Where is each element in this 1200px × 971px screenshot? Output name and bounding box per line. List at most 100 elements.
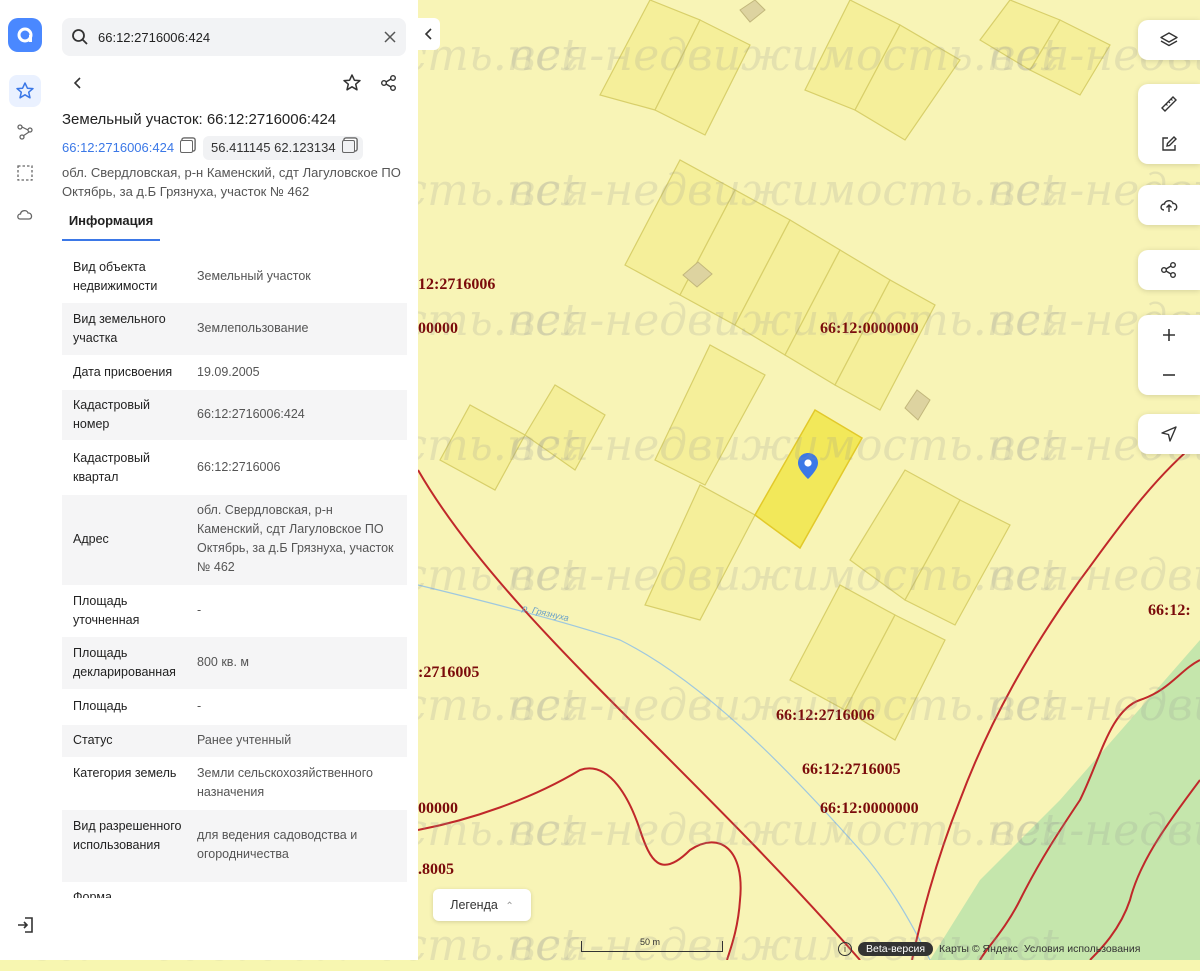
row-value: - (197, 603, 202, 617)
table-row: Вид земельного участка Землепользование (62, 303, 407, 355)
beta-badge: Beta-версия (858, 942, 934, 956)
table-row: Вид объекта недвижимости Земельный участо… (62, 256, 407, 296)
coordinates-chip[interactable]: 56.411145 62.123134 (203, 136, 363, 160)
layers-control (1138, 20, 1200, 60)
row-value: - (197, 699, 202, 713)
table-row: Кадастровый номер 66:12:2716006:424 (62, 390, 407, 440)
chevron-left-icon (73, 77, 81, 89)
ruler-icon (1161, 96, 1177, 112)
route-icon[interactable] (9, 116, 41, 148)
row-key: Вид разрешенного использования (73, 819, 182, 852)
ruler-button[interactable] (1138, 84, 1200, 124)
left-rail (0, 0, 51, 960)
row-key: Площадь уточненная (73, 594, 140, 627)
row-value: Земли сельскохозяйственного назначения (197, 766, 373, 799)
table-row: Кадастровый квартал 66:12:2716006 (62, 443, 407, 493)
row-value: Ранее учтенный (197, 733, 292, 747)
row-key: Кадастровый квартал (73, 451, 150, 484)
tools-control (1138, 84, 1200, 164)
map-label-quarter: 00000 (418, 320, 458, 337)
navigation-arrow-icon (1161, 426, 1177, 442)
close-icon[interactable] (382, 29, 398, 45)
minus-icon (1163, 374, 1175, 376)
cadastral-number-link[interactable]: 66:12:2716006:424 (62, 140, 194, 155)
row-value: для ведения садоводства и огородничества (197, 828, 358, 861)
row-key: Статус (73, 733, 113, 747)
upload-control (1138, 185, 1200, 225)
app-logo-icon[interactable] (8, 18, 42, 52)
page-title: Земельный участок: 66:12:2716006:424 (62, 111, 337, 128)
table-row: Дата присвоения 19.09.2005 (62, 360, 407, 386)
logout-icon[interactable] (14, 913, 38, 937)
cloud-upload-icon (1160, 200, 1178, 212)
upload-button[interactable] (1138, 185, 1200, 225)
maps-copyright: Карты © Яндекс (939, 943, 1018, 955)
plus-icon (1163, 329, 1175, 341)
table-row: Форма (62, 886, 407, 898)
map-label-quarter: 00000 (418, 800, 458, 817)
row-key: Категория земель (73, 766, 177, 780)
back-button[interactable] (64, 69, 92, 97)
search-input[interactable] (98, 18, 368, 56)
row-key: Вид земельного участка (73, 312, 166, 345)
table-row: Категория земель Земли сельскохозяйственн… (62, 760, 407, 810)
row-key: Дата присвоения (73, 365, 173, 379)
copy-icon[interactable] (180, 140, 194, 153)
row-key: Площадь (73, 699, 128, 713)
search-bar[interactable] (62, 18, 406, 56)
map-label-quarter: 66:12:2716006 (776, 707, 875, 724)
table-row: Вид разрешенного использования для ведени… (62, 810, 407, 882)
row-key: Адрес (73, 532, 109, 546)
row-value: Земельный участок (197, 269, 311, 283)
map-label-quarter: 66:12:0000000 (820, 800, 919, 817)
location-pin-icon[interactable] (797, 452, 819, 480)
table-row: Статус Ранее учтенный (62, 725, 407, 757)
row-value: 19.09.2005 (197, 365, 260, 379)
row-value: 800 кв. м (197, 655, 249, 669)
collapse-panel-button[interactable] (418, 18, 440, 50)
row-value: 66:12:2716006 (197, 460, 281, 474)
map-label-quarter: 66:12:0000000 (820, 320, 919, 337)
zoom-out-button[interactable] (1138, 355, 1200, 395)
favorite-button[interactable] (338, 69, 366, 97)
map-label-quarter: :2716005 (418, 664, 480, 681)
geolocation-control (1138, 414, 1200, 454)
share-icon (1161, 262, 1176, 278)
address-text: обл. Свердловская, р-н Каменский, сдт Ла… (62, 165, 401, 199)
row-key: Форма (73, 890, 112, 898)
favorites-star-icon[interactable] (9, 75, 41, 107)
info-panel: Земельный участок: 66:12:2716006:424 66:… (50, 0, 418, 960)
share-icon (381, 75, 396, 91)
terms-link[interactable]: Условия использования (1024, 943, 1141, 955)
row-key: Кадастровый номер (73, 398, 150, 431)
legend-label: Легенда (450, 898, 498, 912)
chevron-left-icon (424, 28, 432, 40)
scale-label: 50 m (640, 937, 661, 947)
info-icon[interactable]: i (838, 942, 852, 956)
edit-button[interactable] (1138, 124, 1200, 164)
map-share-button[interactable] (1138, 250, 1200, 290)
share-control (1138, 250, 1200, 290)
table-row: Площадь уточненная - (62, 590, 407, 634)
star-icon (343, 74, 361, 91)
cadastral-number: 66:12:2716006:424 (62, 140, 175, 155)
edit-icon (1162, 136, 1177, 151)
chevron-up-icon: ⌃ (505, 901, 514, 912)
map-label-quarter: .8005 (418, 861, 454, 878)
row-key: Вид объекта недвижимости (73, 260, 158, 293)
select-area-icon[interactable] (9, 157, 41, 189)
coordinates-text: 56.411145 62.123134 (211, 140, 336, 155)
attributes-table: Вид объекта недвижимости Земельный участо… (62, 250, 407, 898)
zoom-in-button[interactable] (1138, 315, 1200, 355)
legend-button[interactable]: Легенда ⌃ (433, 889, 531, 921)
map-label-quarter: 66:12:2716005 (802, 761, 901, 778)
share-button[interactable] (375, 69, 403, 97)
map-label-quarter: 66:12: (1148, 602, 1191, 619)
layers-button[interactable] (1138, 20, 1200, 60)
row-value: обл. Свердловская, р-н Каменский, сдт Ла… (197, 503, 394, 574)
copy-icon[interactable] (341, 140, 355, 153)
row-value: 66:12:2716006:424 (197, 407, 305, 421)
tab-information[interactable]: Информация (62, 210, 160, 241)
geolocation-button[interactable] (1138, 414, 1200, 454)
cloud-icon[interactable] (9, 198, 41, 230)
